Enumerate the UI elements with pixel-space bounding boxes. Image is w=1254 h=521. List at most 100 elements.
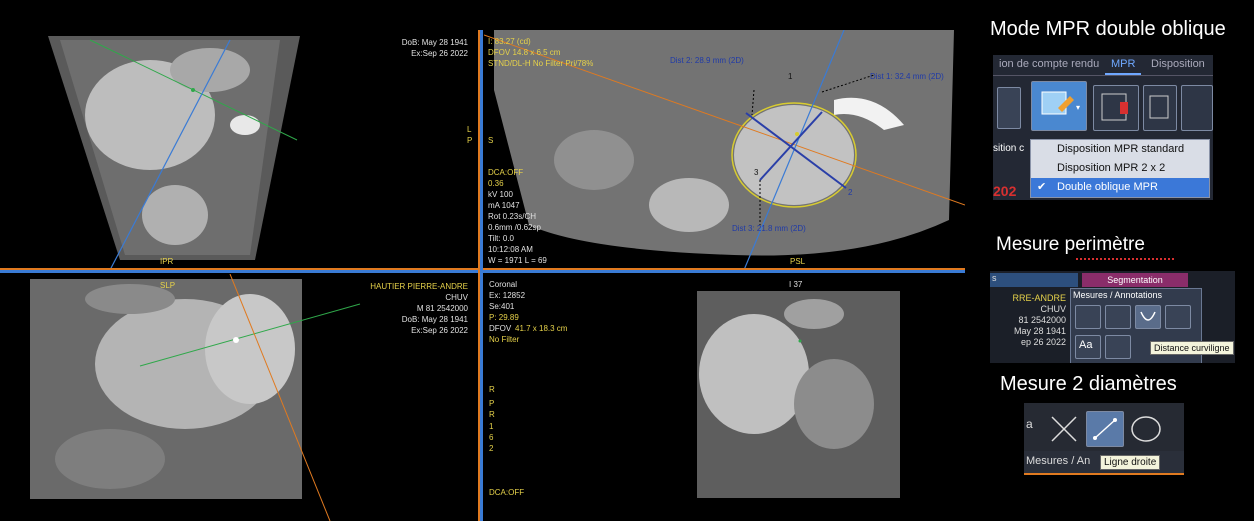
- patient-info-fragment: RRE-ANDRE CHUV 81 2542000 May 28 1941 ep…: [990, 293, 1066, 363]
- mpr-layout-icon: ▾: [1041, 91, 1080, 115]
- tab-compte-rendu[interactable]: ion de compte rendu: [993, 55, 1109, 73]
- cube-red-icon: [1101, 93, 1128, 121]
- tl-orientation-bottom: IPR: [160, 257, 174, 266]
- orange-underline: [1024, 473, 1184, 475]
- mpr-viewer: DoB: May 28 1941 Ex:Sep 26 2022 IPR Dist…: [0, 0, 965, 521]
- curve-icon: [1140, 311, 1156, 321]
- tr-param-5: Tilt: 0.0: [488, 234, 514, 243]
- bl-patient-name: HAUTIER PIERRE-ANDRE: [370, 282, 468, 291]
- menu-item-mpr-standard[interactable]: Disposition MPR standard: [1031, 140, 1209, 159]
- svg-text:▾: ▾: [1076, 103, 1080, 112]
- bl-dob: DoB: May 28 1941: [401, 315, 468, 324]
- double-oblique-tool-icon[interactable]: [1093, 85, 1139, 131]
- roi-tool-icon[interactable]: [1105, 335, 1131, 359]
- tab-disposition[interactable]: Disposition: [1145, 55, 1211, 73]
- straight-line-tool-icon[interactable]: [1086, 411, 1124, 447]
- polygon-tool-icon[interactable]: [1165, 305, 1191, 329]
- check-icon: ✔: [1037, 181, 1047, 193]
- segmentation-button[interactable]: Segmentation: [1082, 273, 1188, 287]
- tr-param-2: mA 1047: [488, 201, 520, 210]
- tool-row: a: [1024, 403, 1184, 451]
- br-ori2-0: 1: [489, 422, 494, 431]
- curved-distance-tool-icon[interactable]: [1135, 305, 1161, 329]
- br-ori-2: P: [489, 399, 495, 408]
- patient-frag-1: CHUV: [1040, 304, 1066, 314]
- menu-item-mpr-2x2[interactable]: Disposition MPR 2 x 2: [1031, 159, 1209, 178]
- tr-info-line2: DFOV 14.8 x 6.5 cm: [488, 48, 561, 57]
- tl-dob: DoB: May 28 1941: [401, 38, 468, 47]
- line-icon: [1093, 418, 1117, 440]
- br-dca: DCA:OFF: [489, 488, 525, 497]
- screenshot-measure-annotations: s Segmentation RRE-ANDRE CHUV 81 2542000…: [990, 271, 1235, 363]
- br-ori2-1: 6: [489, 433, 494, 442]
- tooltip-straight-line: Ligne droite: [1100, 455, 1161, 470]
- patient-frag-4: ep 26 2022: [1020, 337, 1066, 347]
- ct-sagittal-oblique-image: [30, 274, 361, 521]
- br-ori2-2: 2: [489, 444, 494, 453]
- aa-label: Aa: [1079, 339, 1093, 351]
- measure-dist1: Dist 1: 32.4 mm (2D): [870, 72, 944, 81]
- bl-orientation-top: SLP: [160, 281, 176, 290]
- patient-frag-2: 81 2542000: [1018, 315, 1066, 325]
- tr-window-level: W = 1971 L = 69: [488, 256, 547, 265]
- cube-icon: [1149, 95, 1169, 119]
- menu-item-double-oblique[interactable]: ✔ Double oblique MPR: [1031, 178, 1209, 197]
- menu-item-double-oblique-label: Double oblique MPR: [1057, 181, 1158, 193]
- viewport-top-left[interactable]: DoB: May 28 1941 Ex:Sep 26 2022 IPR: [0, 0, 478, 270]
- bl-hospital: CHUV: [445, 293, 468, 302]
- cube-tool-icon-2[interactable]: [1181, 85, 1213, 131]
- br-dfov-label: DFOV: [489, 324, 512, 333]
- ellipse-roi-tool-icon[interactable]: [1075, 305, 1101, 329]
- screenshot-straight-line: a Mesures / An Ligne droite: [1024, 403, 1184, 475]
- mpr-layout-button[interactable]: ▾: [1031, 81, 1087, 131]
- br-ori-3: R: [489, 410, 495, 419]
- mouse-tool-icon[interactable]: [997, 87, 1021, 129]
- br-ori-0: R: [489, 385, 495, 394]
- measures-footer-label: Mesures / An: [1026, 455, 1091, 467]
- partial-disposition-label: sition c: [993, 143, 1025, 154]
- br-dfov-value: 41.7 x 18.3 cm: [515, 324, 568, 333]
- tr-param-0: 0.36: [488, 179, 504, 188]
- mpr-layout-dropdown-menu: Disposition MPR standard Disposition MPR…: [1030, 139, 1210, 198]
- tr-param-1: kV 100: [488, 190, 513, 199]
- tr-ori-0: L: [467, 125, 472, 134]
- patient-frag-0: RRE-ANDRE: [1012, 293, 1066, 303]
- measure-dist3: Dist 3: 21.8 mm (2D): [732, 224, 806, 233]
- tab-separator: [993, 75, 1213, 76]
- measure-point-1: 1: [788, 72, 793, 81]
- bl-patient-id: M 81 2542000: [416, 304, 468, 313]
- tr-param-3: Rot 0.23s/CH: [488, 212, 537, 221]
- title-two-diameters: Mesure 2 diamètres: [1000, 373, 1177, 395]
- tr-dca: DCA:OFF: [488, 168, 524, 177]
- viewport-bottom-right[interactable]: Coronal Ex: 12852 Se:401 P: 29.89 DFOV 4…: [484, 274, 965, 521]
- viewport-bottom-left[interactable]: SLP HAUTIER PIERRE-ANDRE CHUV M 81 25420…: [0, 274, 478, 521]
- partial-s-label: s: [992, 273, 997, 283]
- br-position: P: 29.89: [489, 313, 519, 322]
- text-annotation-tool-icon[interactable]: Aa: [1075, 335, 1101, 359]
- tr-param-4: 0.6mm /0.62sp: [488, 223, 541, 232]
- br-exam-number: Ex: 12852: [489, 291, 526, 300]
- bl-exam-date: Ex:Sep 26 2022: [411, 326, 468, 335]
- tl-exam-date: Ex:Sep 26 2022: [411, 49, 468, 58]
- tr-info-line3: STND/DL-H No Filter Pri/78%: [488, 59, 594, 68]
- tab-mpr[interactable]: MPR: [1105, 55, 1142, 75]
- measure-point-3: 3: [754, 168, 759, 177]
- spellcheck-underline: [1076, 256, 1174, 260]
- title-mpr-double-oblique: Mode MPR double oblique: [990, 18, 1226, 40]
- patient-frag-3: May 28 1941: [1013, 326, 1066, 336]
- tooltip-curved-distance: Distance curviligne: [1150, 341, 1234, 355]
- measure-point-2: 2: [848, 188, 853, 197]
- tr-orientation-bottom: PSL: [790, 257, 806, 266]
- title-perimeter-measure: Mesure perimètre: [996, 234, 1145, 256]
- tr-info-line1: I: 83.27 (cd): [488, 37, 531, 46]
- cube-tool-icon[interactable]: [1143, 85, 1177, 131]
- tr-ori-3: S: [488, 136, 494, 145]
- ct-coronal-image: [697, 291, 900, 498]
- br-plane: Coronal: [489, 280, 518, 289]
- partial-red-text: 202: [993, 183, 1017, 199]
- br-filter: No Filter: [489, 335, 520, 344]
- segmentation-label: Segmentation: [1107, 275, 1163, 285]
- br-orientation-top: I 37: [789, 280, 803, 289]
- angle-tool-icon[interactable]: [1105, 305, 1131, 329]
- measure-dist2: Dist 2: 28.9 mm (2D): [670, 56, 744, 65]
